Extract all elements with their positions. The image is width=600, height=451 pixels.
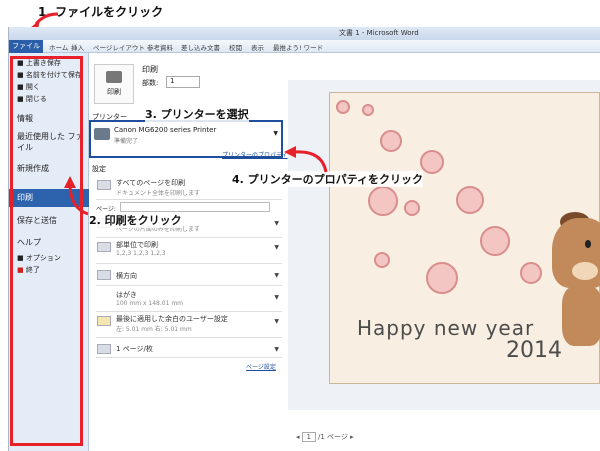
print-button[interactable]: 印刷	[94, 64, 134, 104]
flower-decoration	[368, 186, 398, 216]
horse-illustration	[572, 262, 598, 280]
chevron-down-icon: ▼	[274, 346, 279, 353]
flower-decoration	[404, 200, 420, 216]
tab-view[interactable]: 表示	[251, 42, 264, 52]
prev-page-icon[interactable]: ◂	[296, 433, 300, 441]
title-bar: 文書 1 - Microsoft Word	[9, 27, 600, 40]
printer-status: 準備完了	[114, 138, 139, 145]
chevron-down-icon: ▼	[274, 244, 279, 251]
flower-decoration	[426, 262, 458, 294]
settings-label: 設定	[92, 165, 106, 173]
flower-decoration	[362, 104, 374, 116]
printer-dropdown[interactable]: Canon MG6200 series Printer 準備完了 ▼	[94, 124, 280, 150]
chevron-down-icon: ▼	[274, 294, 279, 301]
page-setup-link[interactable]: ページ設定	[246, 362, 276, 371]
setting-per-sheet[interactable]: 1 ページ/枚 ▼	[96, 342, 282, 358]
callout-step3: 3. プリンターを選択	[145, 106, 249, 122]
tab-mailings[interactable]: 差し込み文書	[181, 42, 220, 52]
collate-icon	[97, 242, 111, 252]
print-header: 印刷	[142, 65, 158, 74]
pages-input[interactable]	[120, 202, 270, 212]
chevron-down-icon: ▼	[274, 220, 279, 227]
callout-step2: 2. 印刷をクリック	[89, 212, 182, 228]
tab-insert[interactable]: 挿入	[71, 42, 84, 52]
tab-home[interactable]: ホーム	[49, 42, 68, 52]
pages-icon	[97, 180, 111, 190]
chevron-down-icon: ▼	[274, 318, 279, 325]
horse-illustration	[562, 286, 600, 346]
flower-decoration	[520, 262, 542, 284]
copies-label: 部数:	[142, 79, 159, 87]
year-text: 2014	[506, 338, 562, 363]
tab-page-layout[interactable]: ページレイアウト	[93, 42, 145, 52]
chevron-down-icon: ▼	[273, 130, 278, 137]
per-sheet-icon	[97, 344, 111, 354]
printer-icon	[106, 71, 122, 83]
tab-review[interactable]: 校閲	[229, 42, 242, 52]
tab-references[interactable]: 参考資料	[147, 42, 173, 52]
setting-margins[interactable]: 最後に適用した余白のユーザー設定 左: 5.01 mm 右: 5.01 mm ▼	[96, 314, 282, 338]
callout-step1: 1. ファイルをクリック	[38, 5, 164, 19]
setting-collate[interactable]: 部単位で印刷 1,2,3 1,2,3 1,2,3 ▼	[96, 240, 282, 264]
flower-decoration	[336, 100, 350, 114]
copies-input[interactable]: 1	[166, 76, 200, 88]
flower-decoration	[380, 130, 402, 152]
window-title: 文書 1 - Microsoft Word	[339, 29, 419, 37]
greeting-text: Happy new year	[357, 316, 535, 340]
setting-paper[interactable]: はがき 100 mm x 148.01 mm ▼	[96, 290, 282, 312]
printer-device-icon	[94, 128, 110, 140]
flower-decoration	[480, 226, 510, 256]
page-number-input[interactable]: 1	[301, 432, 316, 442]
printer-name: Canon MG6200 series Printer	[114, 126, 217, 134]
tab-addin[interactable]: 最推よう! ワード	[273, 42, 323, 52]
margins-icon	[97, 316, 111, 326]
flower-decoration	[420, 150, 444, 174]
arrow-step2	[64, 176, 89, 216]
orientation-icon	[97, 270, 111, 280]
arrow-step4	[284, 146, 328, 173]
setting-orientation[interactable]: 横方向 ▼	[96, 268, 282, 286]
chevron-down-icon: ▼	[274, 272, 279, 279]
page-navigator: ◂ 1 /1 ページ ▸	[296, 432, 354, 442]
flower-decoration	[374, 252, 390, 268]
highlight-left-nav	[10, 56, 83, 446]
next-page-icon[interactable]: ▸	[350, 433, 354, 441]
printer-properties-link[interactable]: プリンターのプロパティ	[222, 150, 288, 159]
flower-decoration	[456, 186, 484, 214]
tab-file[interactable]: ファイル	[9, 40, 43, 53]
horse-illustration	[585, 240, 591, 248]
